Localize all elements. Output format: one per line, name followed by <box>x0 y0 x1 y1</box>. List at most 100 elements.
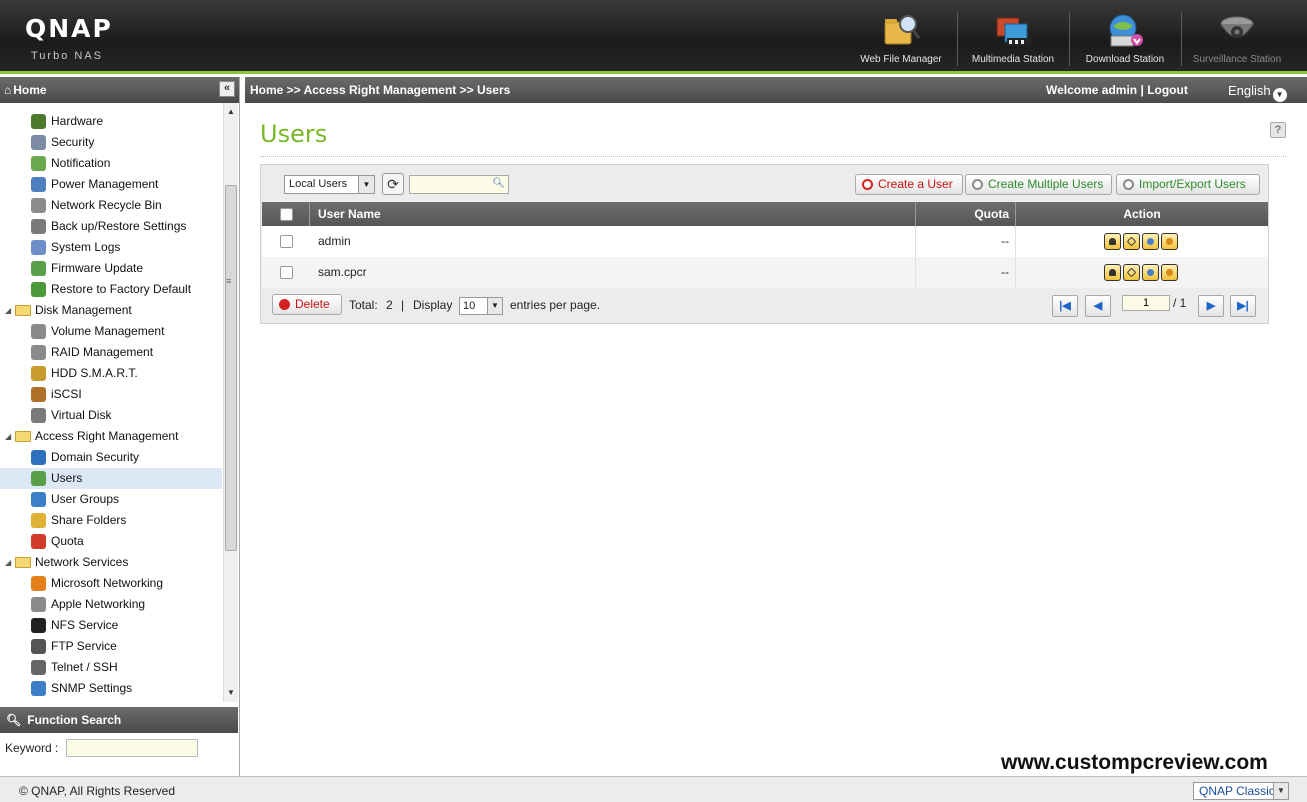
edit-profile-icon[interactable] <box>1123 264 1140 281</box>
edit-quota-icon[interactable] <box>1161 233 1178 250</box>
scroll-down-arrow-icon[interactable]: ▼ <box>224 686 238 700</box>
delete-button[interactable]: Delete <box>272 294 342 315</box>
page-number-input[interactable] <box>1122 295 1170 311</box>
sidebar-header[interactable]: ⌂ Home « <box>0 77 239 103</box>
users-panel: Local Users ▼ ⟳ 🔍︎ Create a User Create … <box>260 164 1269 324</box>
sidebar-item-access-right-management[interactable]: ◢ Access Right Management <box>0 426 222 447</box>
expand-arrow-icon[interactable]: ◢ <box>5 426 11 447</box>
sidebar-item-system-logs[interactable]: System Logs <box>0 237 222 258</box>
edit-quota-icon[interactable] <box>1161 264 1178 281</box>
sidebar-item-label: Security <box>51 135 95 149</box>
scrollbar-thumb[interactable] <box>225 185 237 551</box>
hdd-smart-icon <box>31 366 46 381</box>
user-search-input[interactable]: 🔍︎ <box>409 175 509 194</box>
sidebar-scrollbar[interactable]: ▲ ≡ ▼ <box>223 103 238 702</box>
sidebar-item-network-recycle-bin[interactable]: Network Recycle Bin <box>0 195 222 216</box>
sidebar-item-raid-management[interactable]: RAID Management <box>0 342 222 363</box>
chevron-down-icon: ▼ <box>358 176 374 193</box>
sidebar-item-quota[interactable]: Quota <box>0 531 222 552</box>
sidebar-item-apple-networking[interactable]: Apple Networking <box>0 594 222 615</box>
sidebar-item-domain-security[interactable]: Domain Security <box>0 447 222 468</box>
create-multiple-users-label: Create Multiple Users <box>988 177 1104 191</box>
sidebar-item-microsoft-networking[interactable]: Microsoft Networking <box>0 573 222 594</box>
terminal-icon <box>31 660 46 675</box>
scroll-up-arrow-icon[interactable]: ▲ <box>224 105 238 119</box>
sidebar-item-virtual-disk[interactable]: Virtual Disk <box>0 405 222 426</box>
sidebar-item-iscsi[interactable]: iSCSI <box>0 384 222 405</box>
row-checkbox[interactable] <box>280 235 293 248</box>
create-user-button[interactable]: Create a User <box>855 174 963 195</box>
sidebar-item-share-folders[interactable]: Share Folders <box>0 510 222 531</box>
edit-profile-icon[interactable] <box>1123 233 1140 250</box>
sidebar-item-label: Quota <box>51 534 84 548</box>
import-export-users-button[interactable]: Import/Export Users <box>1116 174 1260 195</box>
sidebar-item-label: FTP Service <box>51 639 117 653</box>
sidebar-item-label: HDD S.M.A.R.T. <box>51 366 138 380</box>
first-page-button[interactable]: |◀ <box>1052 295 1078 317</box>
theme-select[interactable]: QNAP Classic ▼ <box>1193 782 1289 800</box>
sidebar-item-label: Share Folders <box>51 513 127 527</box>
download-station-app[interactable]: Download Station <box>1070 10 1180 68</box>
entries-per-page-select[interactable]: 10 ▼ <box>459 297 503 315</box>
column-header-user-name[interactable]: User Name <box>311 202 916 226</box>
sidebar-item-label: Volume Management <box>51 324 165 338</box>
table-row[interactable]: admin -- <box>262 226 1268 257</box>
help-icon[interactable]: ? <box>1270 122 1286 138</box>
sidebar-item-user-groups[interactable]: User Groups <box>0 489 222 510</box>
refresh-icon: ⟳ <box>387 176 399 192</box>
expand-arrow-icon[interactable]: ◢ <box>5 552 11 573</box>
logout-link[interactable]: Logout <box>1147 83 1188 97</box>
previous-page-button[interactable]: ◀ <box>1085 295 1111 317</box>
chevron-down-icon: ▼ <box>487 298 502 314</box>
sidebar-item-power-management[interactable]: Power Management <box>0 174 222 195</box>
keyword-search-input[interactable] <box>66 739 198 757</box>
search-icon[interactable]: 🔍︎ <box>492 178 505 189</box>
total-label: Total: <box>349 298 378 312</box>
sidebar-item-restore-to-factory-default[interactable]: Restore to Factory Default <box>0 279 222 300</box>
collapse-sidebar-button[interactable]: « <box>219 81 235 97</box>
factory-default-icon <box>31 282 46 297</box>
user-type-select[interactable]: Local Users ▼ <box>284 175 375 194</box>
table-row[interactable]: sam.cpcr -- <box>262 257 1268 288</box>
web-file-manager-app[interactable]: Web File Manager <box>846 10 956 68</box>
sidebar-item-firmware-update[interactable]: Firmware Update <box>0 258 222 279</box>
sidebar-item-label: Back up/Restore Settings <box>51 219 187 233</box>
breadcrumb[interactable]: Home >> Access Right Management >> Users <box>250 77 510 103</box>
change-password-icon[interactable] <box>1104 264 1121 281</box>
last-page-button[interactable]: ▶| <box>1230 295 1256 317</box>
sidebar-item-label: Disk Management <box>35 303 132 317</box>
sidebar-item-ftp-service[interactable]: FTP Service <box>0 636 222 657</box>
surveillance-station-app[interactable]: Surveillance Station <box>1182 10 1292 68</box>
sidebar-item-users[interactable]: Users <box>0 468 222 489</box>
sidebar-item-hdd-s-m-a-r-t[interactable]: HDD S.M.A.R.T. <box>0 363 222 384</box>
sidebar-item-snmp-settings[interactable]: SNMP Settings <box>0 678 222 699</box>
sidebar-item-disk-management[interactable]: ◢ Disk Management <box>0 300 222 321</box>
language-selector[interactable]: English ▼ <box>1228 78 1287 104</box>
sidebar-item-hardware[interactable]: Hardware <box>0 111 222 132</box>
expand-arrow-icon[interactable]: ◢ <box>5 300 11 321</box>
sidebar-item-security[interactable]: Security <box>0 132 222 153</box>
select-all-checkbox[interactable] <box>280 208 293 221</box>
entries-per-page-label: entries per page. <box>510 298 601 312</box>
function-search-title: Function Search <box>27 713 122 727</box>
sidebar-item-notification[interactable]: Notification <box>0 153 222 174</box>
sidebar: ⌂ Home « Hardware Security Notification Powe… <box>0 77 240 776</box>
sidebar-item-back-up-restore-settings[interactable]: Back up/Restore Settings <box>0 216 222 237</box>
row-checkbox[interactable] <box>280 266 293 279</box>
sidebar-item-volume-management[interactable]: Volume Management <box>0 321 222 342</box>
watermark-text: www.custompcreview.com <box>1001 751 1268 774</box>
multimedia-station-app[interactable]: Multimedia Station <box>958 10 1068 68</box>
next-page-button[interactable]: ▶ <box>1198 295 1224 317</box>
sidebar-item-nfs-service[interactable]: NFS Service <box>0 615 222 636</box>
sidebar-item-network-services[interactable]: ◢ Network Services <box>0 552 222 573</box>
total-count: 2 <box>386 298 393 312</box>
edit-user-group-icon[interactable] <box>1142 233 1159 250</box>
sidebar-item-telnet-ssh[interactable]: Telnet / SSH <box>0 657 222 678</box>
search-icon: 🔍︎ <box>6 713 22 727</box>
display-label: Display <box>413 298 453 312</box>
refresh-button[interactable]: ⟳ <box>382 173 404 195</box>
action-cell <box>1016 226 1268 257</box>
create-multiple-users-button[interactable]: Create Multiple Users <box>965 174 1112 195</box>
change-password-icon[interactable] <box>1104 233 1121 250</box>
edit-user-group-icon[interactable] <box>1142 264 1159 281</box>
